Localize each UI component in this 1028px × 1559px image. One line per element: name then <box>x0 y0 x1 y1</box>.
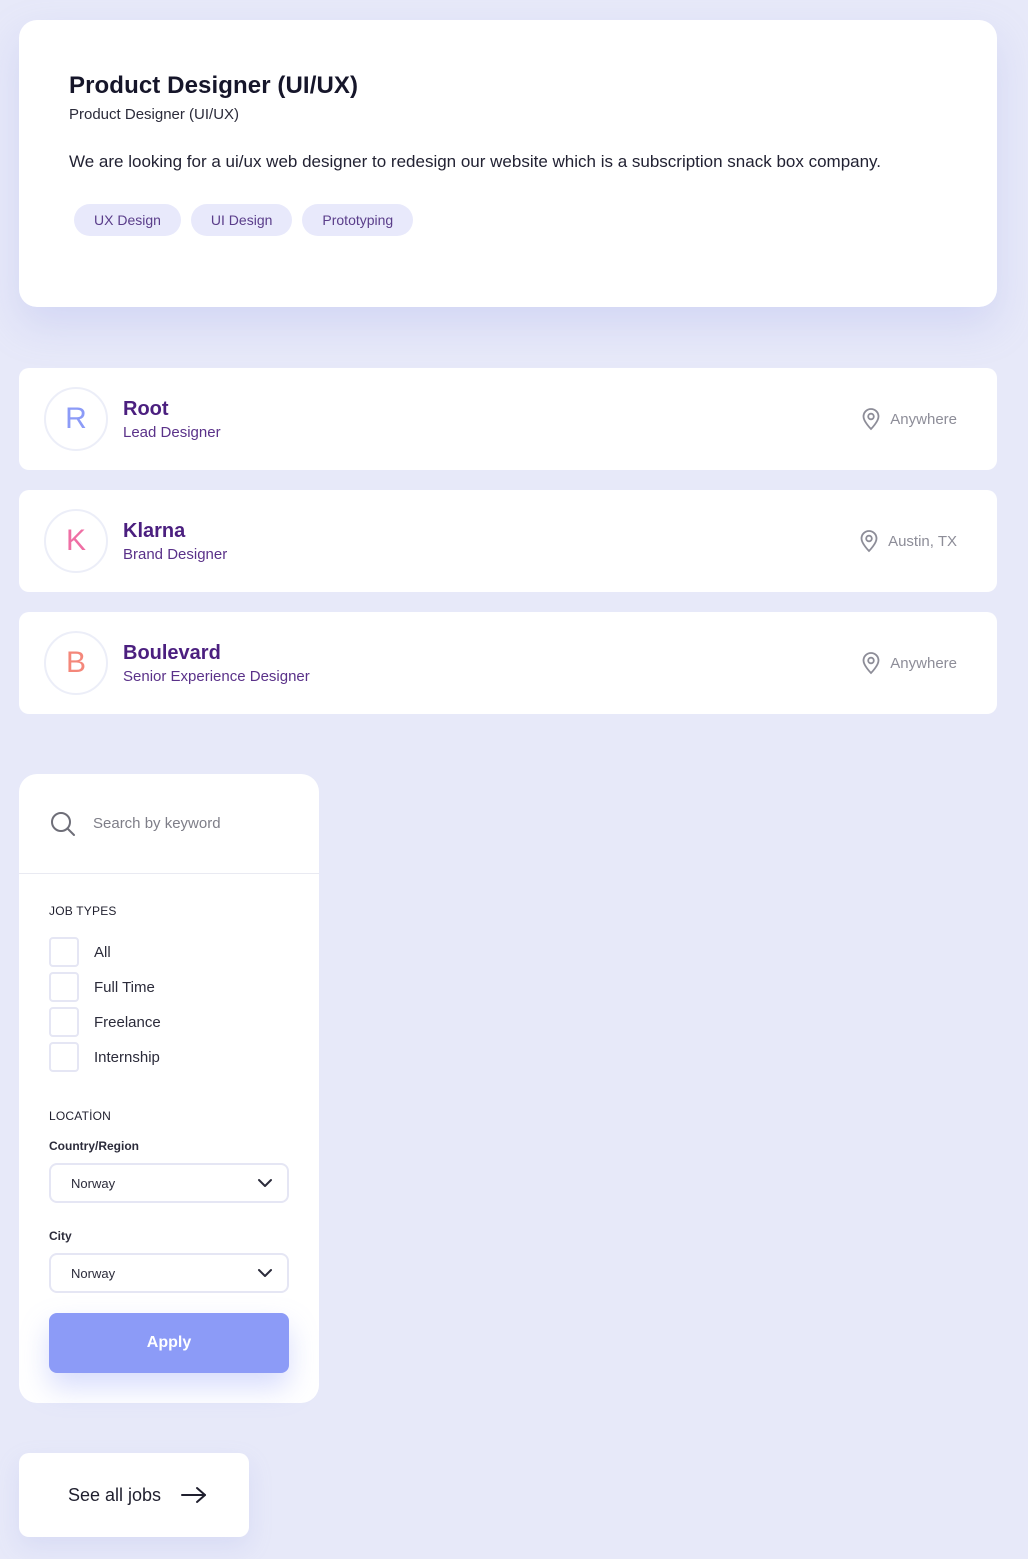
job-detail-card: Product Designer (UI/UX) Product Designe… <box>19 20 997 307</box>
location-text: Anywhere <box>890 654 957 672</box>
checkbox[interactable] <box>49 1007 79 1037</box>
checkbox[interactable] <box>49 937 79 967</box>
company-row-boulevard[interactable]: B Boulevard Senior Experience Designer A… <box>19 612 997 714</box>
search-input[interactable] <box>93 815 293 832</box>
company-row-root[interactable]: R Root Lead Designer Anywhere <box>19 368 997 470</box>
page: Product Designer (UI/UX) Product Designe… <box>0 0 1028 1559</box>
avatar-initial: B <box>65 646 86 679</box>
job-types-list: All Full Time Freelance Internship <box>49 932 289 1077</box>
company-row-klarna[interactable]: K Klarna Brand Designer Austin, TX <box>19 490 997 592</box>
job-description: We are looking for a ui/ux web designer … <box>69 152 882 171</box>
skill-tags: UX Design UI Design Prototyping <box>74 204 947 236</box>
company-role: Brand Designer <box>123 545 228 563</box>
job-type-internship[interactable]: Internship <box>49 1037 289 1077</box>
company-location: Austin, TX <box>858 529 957 553</box>
country-label: Country/Region <box>49 1139 139 1153</box>
location-pin-icon <box>862 652 880 675</box>
location-heading: LOCATİON <box>49 1109 112 1123</box>
avatar-initial: K <box>65 524 86 557</box>
company-name: Boulevard <box>123 641 221 664</box>
checkbox[interactable] <box>49 1042 79 1072</box>
company-info: Root Lead Designer <box>123 398 860 441</box>
arrow-right-icon <box>181 1487 207 1503</box>
job-type-full-time[interactable]: Full Time <box>49 967 289 1007</box>
company-avatar: B <box>44 631 108 695</box>
city-label: City <box>49 1229 72 1243</box>
job-title: Product Designer (UI/UX) <box>69 72 359 99</box>
filter-body: JOB TYPES All Full Time Freelance Intern… <box>19 874 319 1373</box>
country-select[interactable]: Norway <box>49 1163 289 1203</box>
avatar-initial: R <box>65 402 87 435</box>
company-role: Lead Designer <box>123 423 221 441</box>
city-select[interactable]: Norway <box>49 1253 289 1293</box>
city-value: Norway <box>71 1265 116 1281</box>
checkbox-label: Freelance <box>94 1013 161 1031</box>
checkbox-label: Internship <box>94 1048 160 1066</box>
company-role: Senior Experience Designer <box>123 667 310 685</box>
country-value: Norway <box>71 1175 116 1191</box>
job-subtitle: Product Designer (UI/UX) <box>69 106 240 123</box>
filter-panel: JOB TYPES All Full Time Freelance Intern… <box>19 774 319 1403</box>
tag-prototyping[interactable]: Prototyping <box>302 204 414 236</box>
checkbox-label: All <box>94 943 111 961</box>
chevron-down-icon <box>258 1269 272 1277</box>
location-text: Austin, TX <box>888 532 957 550</box>
see-all-jobs-button[interactable]: See all jobs <box>19 1453 249 1537</box>
apply-button[interactable]: Apply <box>49 1313 289 1373</box>
checkbox[interactable] <box>49 972 79 1002</box>
job-type-all[interactable]: All <box>49 932 289 972</box>
chevron-down-icon <box>258 1179 272 1187</box>
company-avatar: R <box>44 387 108 451</box>
see-all-jobs-label: See all jobs <box>68 1484 162 1505</box>
tag-ux-design[interactable]: UX Design <box>74 204 181 236</box>
company-location: Anywhere <box>860 651 957 675</box>
company-name: Klarna <box>123 519 186 542</box>
job-type-freelance[interactable]: Freelance <box>49 1002 289 1042</box>
location-text: Anywhere <box>890 410 957 428</box>
company-name: Root <box>123 397 169 420</box>
location-pin-icon <box>860 530 878 553</box>
company-info: Klarna Brand Designer <box>123 520 858 563</box>
company-info: Boulevard Senior Experience Designer <box>123 642 860 685</box>
company-location: Anywhere <box>860 407 957 431</box>
job-types-heading: JOB TYPES <box>49 904 117 918</box>
company-avatar: K <box>44 509 108 573</box>
search-bar <box>19 774 319 874</box>
checkbox-label: Full Time <box>94 978 155 996</box>
location-pin-icon <box>862 408 880 431</box>
search-icon <box>51 811 75 836</box>
tag-ui-design[interactable]: UI Design <box>190 204 293 236</box>
